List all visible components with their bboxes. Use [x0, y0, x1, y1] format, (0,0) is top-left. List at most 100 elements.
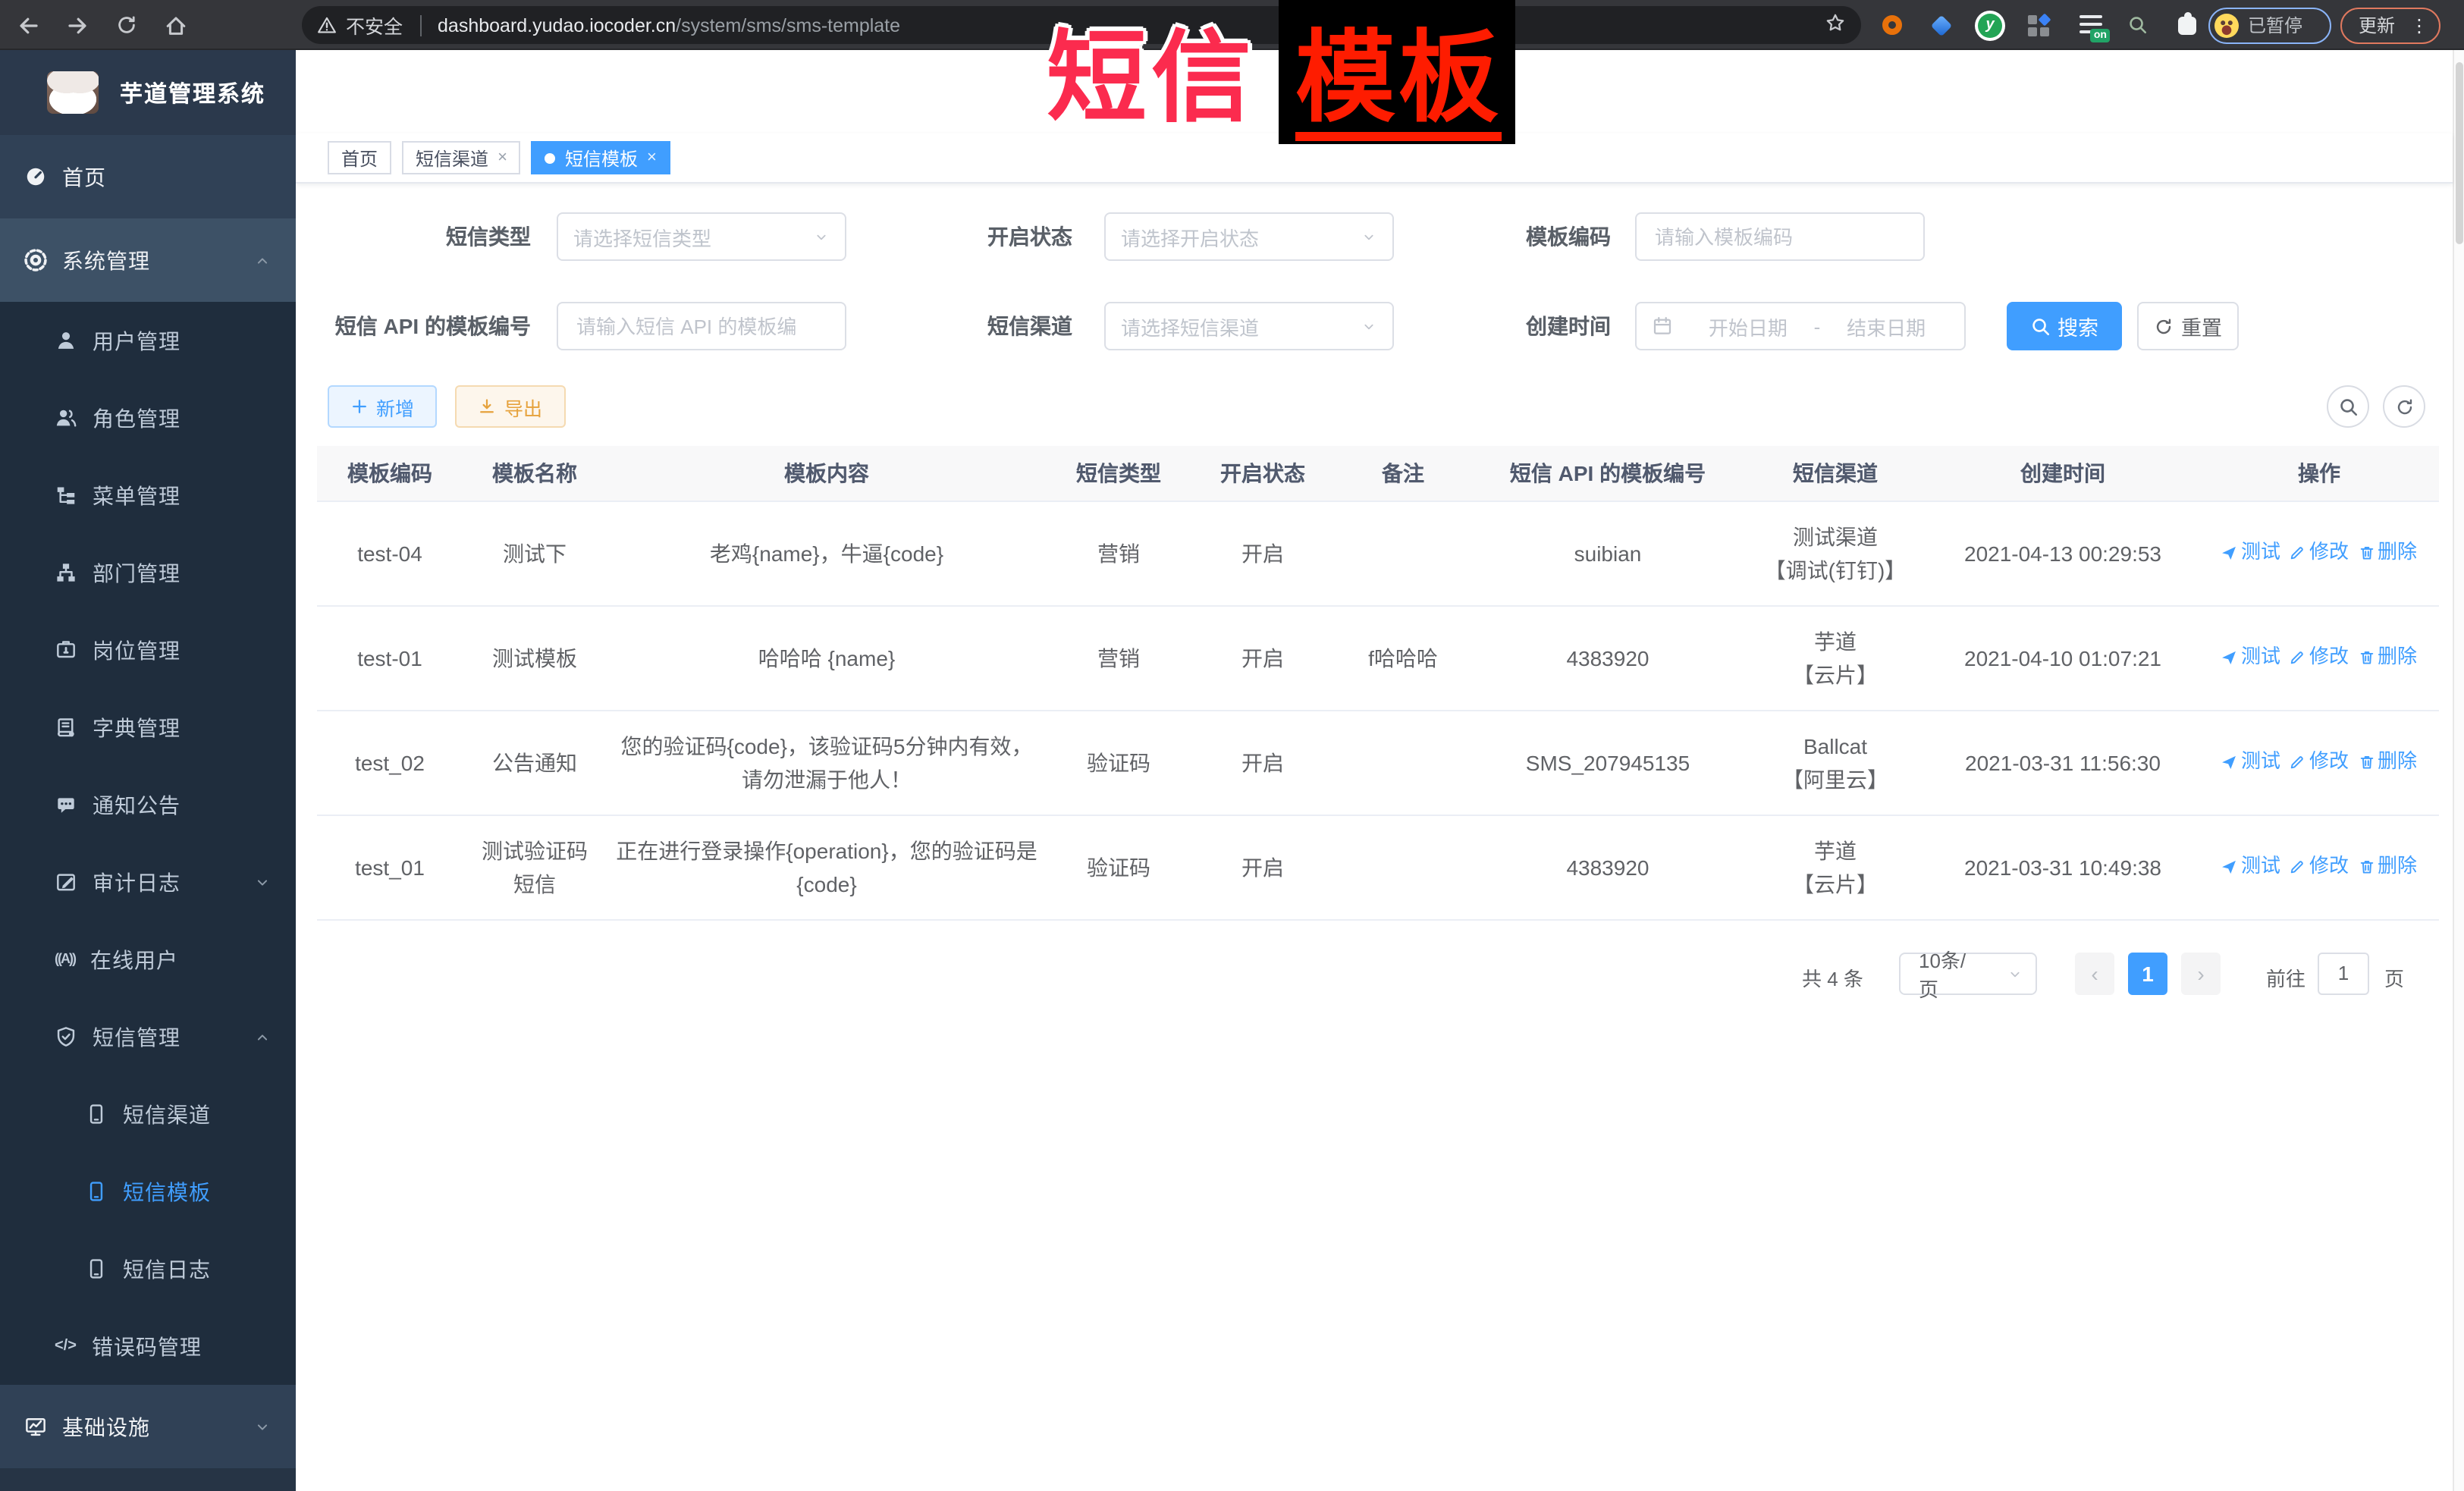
page-size-select[interactable]: 10条/页 [1899, 953, 2037, 995]
forward-arrow-icon[interactable] [58, 0, 97, 50]
delete-link[interactable]: 删除 [2358, 641, 2417, 674]
page-scrollbar[interactable] [2452, 50, 2464, 1491]
delete-link[interactable]: 删除 [2358, 746, 2417, 779]
profile-paused-chip[interactable]: 已暂停 [2208, 7, 2331, 43]
column-header: 模板内容 [607, 446, 1047, 501]
sidebar-item-11[interactable]: 短信管理 [0, 998, 296, 1075]
sidebar-item-3[interactable]: 角色管理 [0, 379, 296, 457]
extension-puzzle-icon[interactable] [2174, 0, 2201, 50]
send-icon [2221, 754, 2238, 771]
extension-gem-icon[interactable] [1928, 0, 1955, 50]
audit-log-icon [55, 871, 77, 893]
gear-icon [24, 249, 47, 272]
caption-text-sms: 短信 [1047, 27, 1256, 127]
close-icon[interactable]: × [647, 149, 657, 167]
channel-name: 芋道 [1753, 833, 1917, 867]
column-header: 短信 API 的模板编号 [1471, 446, 1744, 501]
extension-magnifier-icon[interactable] [2123, 0, 2151, 50]
sms-type-select[interactable]: 请选择短信类型 [557, 212, 846, 261]
tab-短信渠道[interactable]: 短信渠道× [402, 141, 521, 174]
plus-icon [350, 397, 369, 416]
sidebar-item-2[interactable]: 用户管理 [0, 302, 296, 379]
sidebar-item-label: 基础设施 [62, 1411, 150, 1442]
template-code-input[interactable] [1652, 224, 1908, 250]
delete-link[interactable]: 删除 [2358, 536, 2417, 570]
home-icon[interactable] [156, 0, 196, 50]
tab-短信模板[interactable]: 短信模板× [532, 141, 670, 174]
channel-select[interactable]: 请选择短信渠道 [1104, 302, 1394, 350]
chevron-down-icon [253, 873, 272, 891]
sidebar-item-12[interactable]: 短信渠道 [0, 1075, 296, 1153]
page-number-button[interactable]: 1 [2128, 953, 2167, 995]
export-button[interactable]: 导出 [455, 385, 566, 428]
extension-y-icon[interactable]: y [1976, 0, 2004, 50]
search-button[interactable]: 搜索 [2007, 302, 2122, 350]
sidebar-item-1[interactable]: 系统管理 [0, 218, 296, 302]
sidebar-item-4[interactable]: 菜单管理 [0, 457, 296, 534]
extension-donut-icon[interactable] [1878, 0, 1905, 50]
browser-update-chip[interactable]: 更新 ⋮ [2340, 7, 2440, 43]
scrollbar-thumb[interactable] [2456, 62, 2463, 244]
extension-grid-icon[interactable] [2025, 0, 2052, 50]
app-logo-row[interactable]: 芋道管理系统 [0, 50, 296, 135]
template-code-input-wrap [1635, 212, 1925, 261]
reload-icon[interactable] [106, 0, 146, 50]
test-link[interactable]: 测试 [2221, 536, 2280, 570]
sms-type-label: 短信类型 [273, 212, 531, 261]
delete-link[interactable]: 删除 [2358, 850, 2417, 884]
chevron-down-icon [2007, 965, 2023, 982]
goto-page-input[interactable]: 1 [2318, 953, 2369, 995]
sidebar-item-13[interactable]: 短信模板 [0, 1153, 296, 1230]
edit-link[interactable]: 修改 [2290, 746, 2349, 779]
test-link[interactable]: 测试 [2221, 746, 2280, 779]
sidebar-item-8[interactable]: 通知公告 [0, 766, 296, 843]
test-link[interactable]: 测试 [2221, 641, 2280, 674]
sidebar-item-16[interactable]: 基础设施 [0, 1385, 296, 1468]
table-cell: 测试验证码短信 [463, 815, 607, 919]
close-icon[interactable]: × [498, 149, 507, 167]
sidebar-item-0[interactable]: 首页 [0, 135, 296, 218]
sidebar-item-9[interactable]: 审计日志 [0, 843, 296, 921]
test-link[interactable]: 测试 [2221, 850, 2280, 884]
table-cell: f哈哈哈 [1335, 605, 1471, 710]
end-date-placeholder[interactable]: 结束日期 [1823, 312, 1949, 341]
sidebar-item-10[interactable]: ((A))在线用户 [0, 921, 296, 998]
next-page-button[interactable]: › [2181, 953, 2221, 995]
download-icon [479, 397, 497, 416]
extension-list-icon[interactable]: on [2076, 0, 2107, 50]
date-range-picker[interactable]: 开始日期 - 结束日期 [1635, 302, 1966, 350]
table-cell: 您的验证码{code}，该验证码5分钟内有效，请勿泄漏于他人！ [607, 710, 1047, 815]
refresh-table-button[interactable] [2383, 385, 2425, 428]
sidebar-item-5[interactable]: 部门管理 [0, 534, 296, 611]
table-cell: 公告通知 [463, 710, 607, 815]
table-cell: 营销 [1047, 501, 1191, 605]
api-template-input[interactable] [573, 313, 830, 339]
prev-page-button[interactable]: ‹ [2075, 953, 2114, 995]
edit-link[interactable]: 修改 [2290, 641, 2349, 674]
reset-button[interactable]: 重置 [2137, 302, 2239, 350]
browser-menu-icon[interactable]: ⋮ [2410, 14, 2428, 36]
add-button[interactable]: 新增 [328, 385, 437, 428]
users-icon [55, 406, 77, 429]
bookmark-star-icon[interactable] [1825, 12, 1846, 38]
sidebar-item-14[interactable]: 短信日志 [0, 1230, 296, 1307]
sidebar-item-6[interactable]: 岗位管理 [0, 611, 296, 689]
search-icon [2030, 316, 2050, 336]
screen: 不安全 dashboard.yudao.iocoder.cn/system/sm… [0, 0, 2464, 1491]
start-date-placeholder[interactable]: 开始日期 [1685, 312, 1811, 341]
status-select[interactable]: 请选择开启状态 [1104, 212, 1394, 261]
edit-link[interactable]: 修改 [2290, 850, 2349, 884]
sidebar-item-7[interactable]: 字典管理 [0, 689, 296, 766]
sidebar-item-15[interactable]: </>错误码管理 [0, 1307, 296, 1385]
infra-icon [24, 1415, 47, 1438]
security-label[interactable]: 不安全 [346, 11, 403, 39]
tab-首页[interactable]: 首页 [328, 141, 391, 174]
trash-icon [2358, 545, 2375, 561]
table-cell: 2021-03-31 10:49:38 [1926, 815, 2199, 919]
edit-link[interactable]: 修改 [2290, 536, 2349, 570]
back-arrow-icon[interactable] [9, 0, 49, 50]
column-header: 短信渠道 [1744, 446, 1926, 501]
edit-pen-icon [2290, 649, 2306, 666]
table-cell: 开启 [1191, 501, 1335, 605]
toggle-search-button[interactable] [2327, 385, 2369, 428]
